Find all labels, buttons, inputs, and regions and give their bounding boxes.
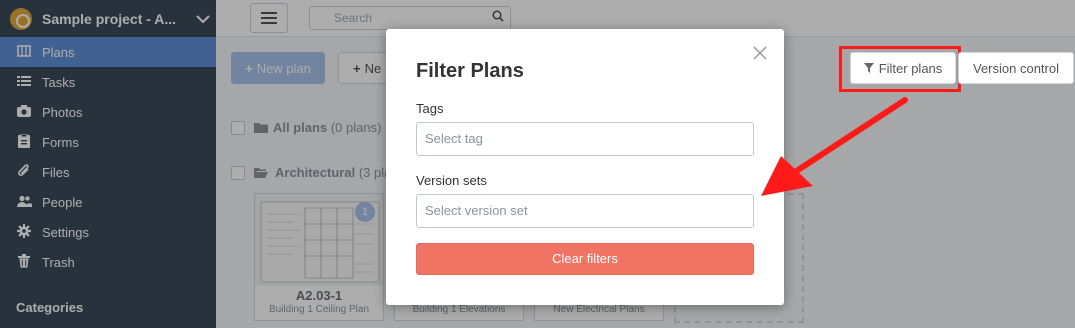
modal-title: Filter Plans xyxy=(416,60,524,82)
filter-plans-button-highlighted[interactable]: Filter plans xyxy=(850,52,956,84)
version-sets-select[interactable]: Select version set xyxy=(416,194,754,228)
annotation-arrow xyxy=(761,97,908,196)
version-sets-placeholder: Select version set xyxy=(425,203,528,218)
tags-label: Tags xyxy=(416,101,444,116)
version-sets-label: Version sets xyxy=(416,173,487,188)
close-icon[interactable] xyxy=(752,45,768,61)
tags-placeholder: Select tag xyxy=(425,131,483,146)
filter-plans-label: Filter plans xyxy=(878,60,943,76)
clear-filters-button[interactable]: Clear filters xyxy=(416,243,754,275)
tags-select[interactable]: Select tag xyxy=(416,122,754,156)
version-control-button-highlighted[interactable]: Version control xyxy=(958,52,1074,84)
version-control-label: Version control xyxy=(973,60,1059,76)
funnel-icon xyxy=(863,63,874,73)
filter-plans-modal: Filter Plans Tags Select tag Version set… xyxy=(386,29,784,305)
